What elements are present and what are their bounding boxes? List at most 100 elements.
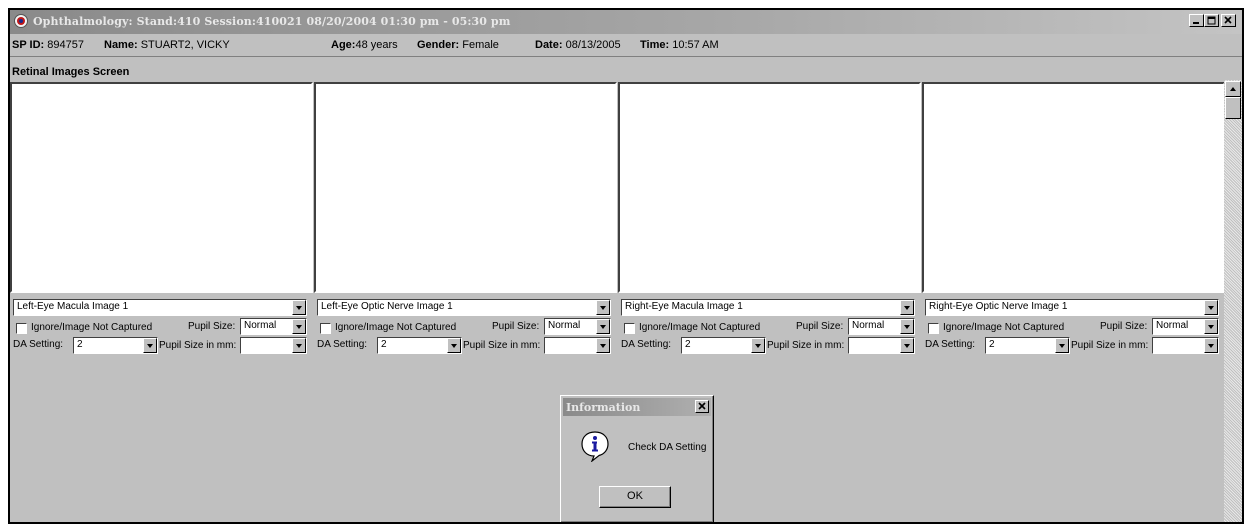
sp-id-label: SP ID: — [12, 39, 45, 51]
image-select-value: Right-Eye Macula Image 1 — [625, 301, 743, 312]
dialog-message: Check DA Setting — [628, 442, 707, 453]
pupil-size-mm-label: Pupil Size in mm: — [1071, 340, 1149, 351]
ignore-image-label: Ignore/Image Not Captured — [335, 322, 457, 333]
chevron-down-icon[interactable] — [292, 319, 306, 334]
pupil-size-select[interactable]: Normal — [1152, 318, 1219, 335]
screen-title: Retinal Images Screen — [12, 66, 130, 78]
da-setting-label: DA Setting: — [925, 339, 976, 350]
ignore-image-label: Ignore/Image Not Captured — [31, 322, 153, 333]
ignore-image-label: Ignore/Image Not Captured — [943, 322, 1065, 333]
retinal-image-box — [922, 82, 1225, 293]
ignore-image-checkbox[interactable] — [928, 323, 939, 334]
da-setting-select[interactable]: 2 — [377, 337, 462, 354]
retinal-image-box — [618, 82, 921, 293]
scroll-up-button[interactable] — [1225, 81, 1241, 97]
close-button[interactable] — [1221, 14, 1236, 27]
da-setting-select[interactable]: 2 — [73, 337, 158, 354]
dialog-close-button[interactable] — [695, 400, 709, 413]
name-label: Name: — [104, 39, 138, 51]
da-setting-select[interactable]: 2 — [985, 337, 1070, 354]
header-divider — [10, 56, 1242, 57]
da-setting-label: DA Setting: — [13, 339, 64, 350]
chevron-down-icon[interactable] — [596, 300, 610, 315]
pupil-size-mm-label: Pupil Size in mm: — [463, 340, 541, 351]
scroll-thumb[interactable] — [1225, 97, 1241, 119]
pupil-size-mm-select[interactable] — [544, 337, 611, 354]
chevron-down-icon[interactable] — [1204, 338, 1218, 353]
image-select[interactable]: Left-Eye Optic Nerve Image 1 — [317, 299, 611, 316]
chevron-down-icon[interactable] — [900, 338, 914, 353]
chevron-down-icon[interactable] — [751, 338, 765, 353]
chevron-down-icon[interactable] — [1204, 300, 1218, 315]
chevron-down-icon[interactable] — [143, 338, 157, 353]
ignore-image-checkbox[interactable] — [16, 323, 27, 334]
ignore-image-checkbox[interactable] — [320, 323, 331, 334]
pupil-size-value: Normal — [1156, 320, 1189, 331]
dialog-title: Information — [566, 401, 641, 414]
minimize-button[interactable] — [1189, 14, 1204, 27]
image-select[interactable]: Right-Eye Macula Image 1 — [621, 299, 915, 316]
pupil-size-mm-label: Pupil Size in mm: — [159, 340, 237, 351]
image-panel: Right-Eye Optic Nerve Image 1 Ignore/Imag… — [922, 82, 1225, 356]
chevron-down-icon[interactable] — [292, 300, 306, 315]
chevron-down-icon[interactable] — [900, 319, 914, 334]
participant-info-bar: SP ID: 894757 Name: STUART2, VICKY Age:4… — [10, 35, 1242, 55]
pupil-size-select[interactable]: Normal — [848, 318, 915, 335]
title-bar[interactable]: Ophthalmology: Stand:410 Session:410021 … — [10, 10, 1242, 34]
image-select[interactable]: Right-Eye Optic Nerve Image 1 — [925, 299, 1219, 316]
da-setting-value: 2 — [381, 339, 387, 350]
pupil-size-mm-select[interactable] — [1152, 337, 1219, 354]
chevron-down-icon[interactable] — [1055, 338, 1069, 353]
age-label: Age: — [331, 39, 356, 51]
information-icon — [581, 431, 609, 462]
maximize-icon — [1207, 16, 1216, 25]
image-panel: Left-Eye Optic Nerve Image 1 Ignore/Image… — [314, 82, 617, 356]
minimize-icon — [1193, 22, 1199, 24]
window-title: Ophthalmology: Stand:410 Session:410021 … — [33, 15, 511, 28]
chevron-down-icon[interactable] — [292, 338, 306, 353]
pupil-size-select[interactable]: Normal — [240, 318, 307, 335]
chevron-down-icon[interactable] — [1204, 319, 1218, 334]
arrow-up-icon — [1230, 87, 1236, 91]
pupil-size-mm-label: Pupil Size in mm: — [767, 340, 845, 351]
retinal-image-box — [314, 82, 617, 293]
chevron-down-icon[interactable] — [900, 300, 914, 315]
chevron-down-icon[interactable] — [596, 338, 610, 353]
chevron-down-icon[interactable] — [596, 319, 610, 334]
close-icon — [698, 402, 706, 410]
image-select[interactable]: Left-Eye Macula Image 1 — [13, 299, 307, 316]
pupil-size-mm-select[interactable] — [848, 337, 915, 354]
pupil-size-value: Normal — [852, 320, 885, 331]
gender-label: Gender: — [417, 39, 460, 51]
pupil-size-value: Normal — [548, 320, 581, 331]
date-label: Date: — [535, 39, 563, 51]
retinal-image-box — [10, 82, 313, 293]
image-select-value: Left-Eye Optic Nerve Image 1 — [321, 301, 453, 312]
age-value: 48 years — [355, 39, 398, 51]
information-dialog: Information Check DA Setting OK — [560, 395, 714, 522]
pupil-size-label: Pupil Size: — [796, 321, 844, 332]
da-setting-value: 2 — [989, 339, 995, 350]
da-setting-value: 2 — [77, 339, 83, 350]
dialog-title-bar[interactable]: Information — [563, 398, 711, 416]
pupil-size-select[interactable]: Normal — [544, 318, 611, 335]
da-setting-select[interactable]: 2 — [681, 337, 766, 354]
da-setting-label: DA Setting: — [317, 339, 368, 350]
eye-app-icon — [14, 14, 28, 28]
image-panel: Left-Eye Macula Image 1 Ignore/Image Not … — [10, 82, 313, 356]
vertical-scrollbar[interactable] — [1224, 80, 1242, 522]
ignore-image-label: Ignore/Image Not Captured — [639, 322, 761, 333]
ophthalmology-window: Ophthalmology: Stand:410 Session:410021 … — [8, 8, 1244, 524]
time-value: 10:57 AM — [672, 39, 719, 51]
pupil-size-mm-select[interactable] — [240, 337, 307, 354]
chevron-down-icon[interactable] — [447, 338, 461, 353]
ignore-image-checkbox[interactable] — [624, 323, 635, 334]
da-setting-value: 2 — [685, 339, 691, 350]
pupil-size-label: Pupil Size: — [492, 321, 540, 332]
maximize-button[interactable] — [1204, 14, 1219, 27]
image-select-value: Right-Eye Optic Nerve Image 1 — [929, 301, 1068, 312]
da-setting-label: DA Setting: — [621, 339, 672, 350]
ok-button[interactable]: OK — [599, 486, 671, 508]
gender-value: Female — [462, 39, 499, 51]
pupil-size-value: Normal — [244, 320, 277, 331]
